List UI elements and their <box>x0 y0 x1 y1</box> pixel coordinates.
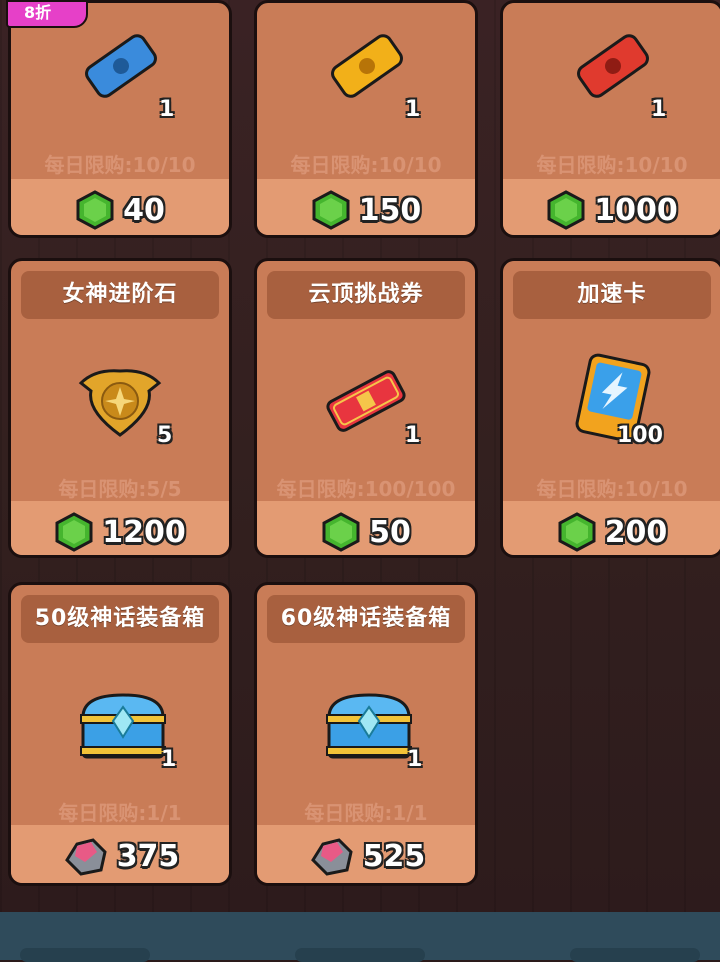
price-value: 40 <box>123 192 165 228</box>
price-value: 50 <box>369 514 411 550</box>
daily-limit: 每日限购:10/10 <box>536 153 688 177</box>
gem-icon <box>76 190 114 230</box>
shop-item-card-chest-50[interactable]: 50级神话装备箱 1 每日限购:1/1 375 <box>8 582 232 886</box>
price-value: 1200 <box>102 514 186 550</box>
buy-button[interactable]: 375 <box>11 825 229 883</box>
daily-limit: 每日限购:10/10 <box>290 153 442 177</box>
buy-button[interactable]: 525 <box>257 825 475 883</box>
item-name: 50级神话装备箱 <box>21 595 219 643</box>
crystal-ore-icon <box>310 838 353 876</box>
daily-limit: 每日限购:10/10 <box>536 477 688 501</box>
challenge-ticket-icon <box>321 361 411 441</box>
gem-icon <box>547 190 585 230</box>
item-name: 云顶挑战券 <box>267 271 465 319</box>
buy-button[interactable]: 1200 <box>11 501 229 555</box>
gem-icon <box>55 512 93 552</box>
item-name: 女神进阶石 <box>21 271 219 319</box>
item-quantity: 1 <box>405 423 421 448</box>
buy-button[interactable]: 50 <box>257 501 475 555</box>
price-value: 150 <box>358 192 422 228</box>
item-quantity: 100 <box>617 423 663 448</box>
daily-limit: 每日限购:10/10 <box>44 153 196 177</box>
shop-item-card-challenge-ticket[interactable]: 云顶挑战券 1 每日限购:100/100 50 <box>254 258 478 558</box>
shop-item-card-3[interactable]: 1 每日限购:10/10 1000 <box>500 0 720 238</box>
shop-item-card-2[interactable]: 1 每日限购:10/10 150 <box>254 0 478 238</box>
item-quantity: 5 <box>157 423 173 448</box>
goddess-stone-icon <box>75 361 165 441</box>
shop-item-card-chest-60[interactable]: 60级神话装备箱 1 每日限购:1/1 525 <box>254 582 478 886</box>
item-quantity: 1 <box>159 97 175 122</box>
daily-limit: 每日限购:1/1 <box>58 801 182 825</box>
treasure-chest-icon <box>75 685 171 765</box>
gem-icon <box>312 190 350 230</box>
item-quantity: 1 <box>161 747 177 772</box>
price-value: 525 <box>362 838 426 874</box>
buy-button[interactable]: 150 <box>257 179 475 235</box>
buy-button[interactable]: 1000 <box>503 179 720 235</box>
item-name: 加速卡 <box>513 271 711 319</box>
discount-badge: 8折 <box>6 0 88 28</box>
item-quantity: 1 <box>651 97 667 122</box>
red-ticket-icon <box>573 31 653 101</box>
price-value: 1000 <box>594 192 678 228</box>
gem-icon <box>322 512 360 552</box>
blue-ticket-icon <box>81 31 161 101</box>
daily-limit: 每日限购:1/1 <box>304 801 428 825</box>
daily-limit: 每日限购:100/100 <box>276 477 456 501</box>
treasure-chest-icon <box>321 685 417 765</box>
crystal-ore-icon <box>64 838 107 876</box>
item-quantity: 1 <box>405 97 421 122</box>
daily-limit: 每日限购:5/5 <box>58 477 182 501</box>
buy-button[interactable]: 200 <box>503 501 720 555</box>
bottom-navigation-bar <box>0 912 720 962</box>
buy-button[interactable]: 40 <box>11 179 229 235</box>
shop-item-card-speed-card[interactable]: 加速卡 100 每日限购:10/10 200 <box>500 258 720 558</box>
gem-icon <box>558 512 596 552</box>
price-value: 375 <box>116 838 180 874</box>
shop-item-card-goddess-stone[interactable]: 女神进阶石 5 每日限购:5/5 1200 <box>8 258 232 558</box>
price-value: 200 <box>604 514 668 550</box>
shop-item-card-1[interactable]: 1 每日限购:10/10 40 <box>8 0 232 238</box>
item-quantity: 1 <box>407 747 423 772</box>
gold-ticket-icon <box>327 31 407 101</box>
item-name: 60级神话装备箱 <box>267 595 465 643</box>
